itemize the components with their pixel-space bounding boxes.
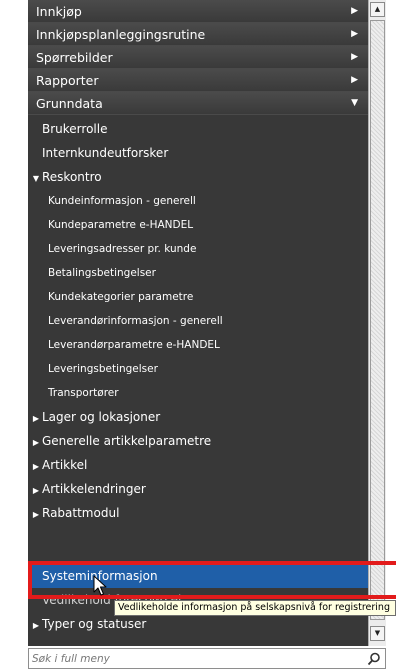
scrollbar-thumb[interactable] — [370, 20, 385, 620]
expand-triangle-icon: ▶ — [32, 414, 40, 423]
menu-group-lager-og-lokasjoner[interactable]: ▶ Lager og lokasjoner — [28, 405, 368, 429]
menu-item-label: Leverandørinformasjon - generell — [48, 315, 223, 327]
menu-item-label: Transportører — [48, 387, 119, 399]
menu-group-label: Reskontro — [42, 170, 102, 184]
menu-group-label: Artikkel — [42, 458, 88, 472]
menu-group-reskontro[interactable]: ▼ Reskontro — [28, 165, 368, 189]
menu-group-generelle-artikkelparametre[interactable]: ▶ Generelle artikkelparametre — [28, 429, 368, 453]
menu-item-kundeparametre-ehandel[interactable]: Kundeparametre e-HANDEL — [28, 213, 368, 237]
expand-arrow-icon: ▼ — [351, 98, 358, 108]
menu-item-leveringsbetingelser[interactable]: Leveringsbetingelser — [28, 357, 368, 381]
menu-item-innkjopsplanleggingsrutine[interactable]: Innkjøpsplanleggingsrutine ▶ — [28, 23, 368, 46]
arrow-down-icon: ▼ — [374, 629, 381, 637]
submenu-arrow-icon: ▶ — [351, 75, 358, 85]
menu-item-label: Kundeinformasjon - generell — [48, 195, 196, 207]
menu-group-rabattmodul[interactable]: ▶ Rabattmodul — [28, 501, 368, 525]
menu-group-artikkel[interactable]: ▶ Artikkel — [28, 453, 368, 477]
menu-panel: Innkjøp ▶ Innkjøpsplanleggingsrutine ▶ S… — [28, 0, 368, 646]
menu-item-kundekategorier[interactable]: Kundekategorier parametre — [28, 285, 368, 309]
menu-item-label: Leverandørparametre e-HANDEL — [48, 339, 220, 351]
menu-item-rapporter[interactable]: Rapporter ▶ — [28, 69, 368, 92]
submenu-arrow-icon: ▶ — [351, 6, 358, 16]
expand-triangle-icon: ▶ — [32, 510, 40, 519]
menu-item-label: Rapporter — [36, 73, 99, 88]
arrow-up-icon: ▲ — [374, 5, 381, 13]
scroll-down-button[interactable]: ▼ — [370, 626, 385, 641]
menu-item-systeminformasjon[interactable]: Systeminformasjon — [28, 564, 368, 588]
submenu-arrow-icon: ▶ — [351, 29, 358, 39]
mouse-cursor-icon — [93, 575, 107, 596]
expand-triangle-icon: ▶ — [32, 438, 40, 447]
expand-triangle-icon: ▶ — [32, 462, 40, 471]
menu-group-artikkelendringer[interactable]: ▶ Artikkelendringer — [28, 477, 368, 501]
menu-item-leveringsadresser[interactable]: Leveringsadresser pr. kunde — [28, 237, 368, 261]
search-input[interactable] — [29, 649, 362, 668]
menu-item-label: Kundeparametre e-HANDEL — [48, 219, 194, 231]
menu-item-kundeinformasjon-generell[interactable]: Kundeinformasjon - generell — [28, 189, 368, 213]
menu-item-label: Betalingsbetingelser — [48, 267, 156, 279]
search-icon[interactable] — [367, 652, 381, 666]
search-bar — [28, 648, 386, 669]
menu-group-label: Artikkelendringer — [42, 482, 146, 496]
tooltip: Vedlikeholde informasjon på selskapsnivå… — [114, 600, 396, 616]
menu-group-label: Typer og statuser — [42, 617, 147, 631]
vertical-scrollbar[interactable]: ▲ ▼ — [368, 0, 386, 646]
submenu-arrow-icon: ▶ — [351, 52, 358, 62]
menu-group-label: Rabattmodul — [42, 506, 120, 520]
menu-item-betalingsbetingelser[interactable]: Betalingsbetingelser — [28, 261, 368, 285]
menu-item-sporrebilder[interactable]: Spørrebilder ▶ — [28, 46, 368, 69]
expand-triangle-icon: ▶ — [32, 621, 40, 630]
menu-item-internkundeutforsker[interactable]: Internkundeutforsker — [28, 141, 368, 165]
menu-item-label: Internkundeutforsker — [42, 146, 169, 160]
expand-triangle-icon: ▶ — [32, 486, 40, 495]
menu-item-label: Brukerrolle — [42, 122, 108, 136]
menu-group-label: Generelle artikkelparametre — [42, 434, 212, 448]
menu-item-label: Spørrebilder — [36, 50, 113, 65]
scroll-up-button[interactable]: ▲ — [370, 2, 385, 17]
menu-item-brukerrolle[interactable]: Brukerrolle — [28, 117, 368, 141]
menu-item-grunndata[interactable]: Grunndata ▼ — [28, 92, 368, 115]
menu-item-label: Kundekategorier parametre — [48, 291, 194, 303]
menu-item-transportorer[interactable]: Transportører — [28, 381, 368, 405]
menu-item-label: Leveringsadresser pr. kunde — [48, 243, 197, 255]
collapse-triangle-icon: ▼ — [32, 174, 40, 183]
menu-item-label: Leveringsbetingelser — [48, 363, 158, 375]
menu-item-innkjop[interactable]: Innkjøp ▶ — [28, 0, 368, 23]
menu-item-label: Grunndata — [36, 96, 103, 111]
menu-item-label: Innkjøp — [36, 4, 82, 19]
menu-item-leverandorparametre[interactable]: Leverandørparametre e-HANDEL — [28, 333, 368, 357]
menu-item-label: Innkjøpsplanleggingsrutine — [36, 27, 206, 42]
menu-group-label: Lager og lokasjoner — [42, 410, 161, 424]
menu-item-leverandorinformasjon[interactable]: Leverandørinformasjon - generell — [28, 309, 368, 333]
